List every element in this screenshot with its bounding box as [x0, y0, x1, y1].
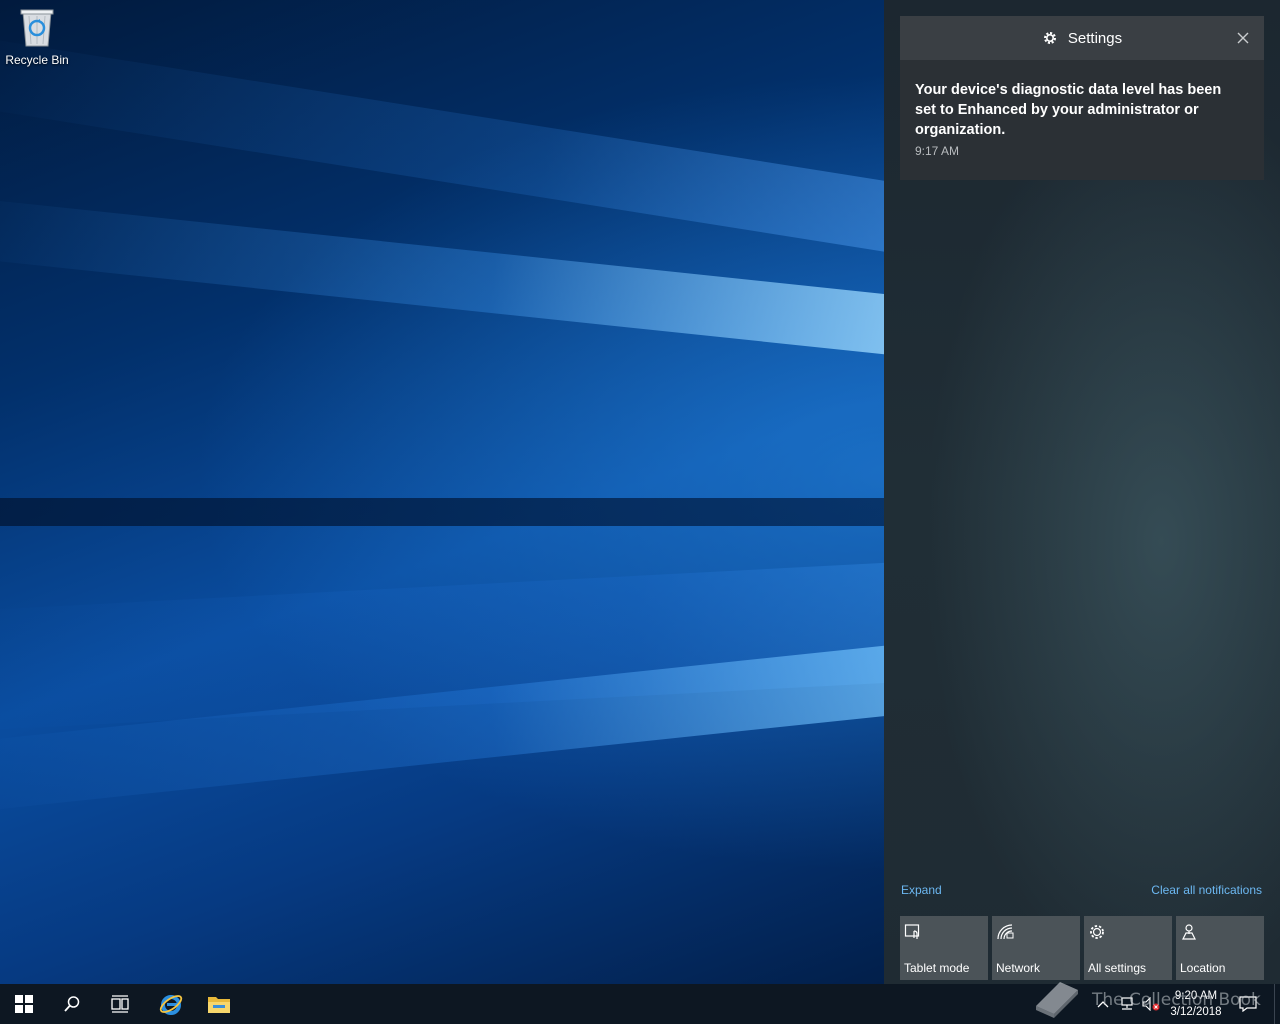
internet-explorer-taskbar-button[interactable]: [147, 984, 195, 1024]
task-view-button[interactable]: [96, 984, 144, 1024]
search-button[interactable]: [48, 984, 96, 1024]
quick-actions: Tablet mode Network All settings Locatio…: [900, 916, 1264, 980]
show-desktop-button[interactable]: [1274, 984, 1280, 1024]
quick-action-label: Location: [1180, 961, 1226, 975]
quick-action-label: All settings: [1088, 961, 1147, 975]
action-center: Settings Your device's diagnostic data l…: [884, 0, 1280, 984]
gear-icon: [1043, 32, 1056, 44]
internet-explorer-icon: [159, 995, 183, 1015]
tablet-mode-icon: [904, 924, 920, 939]
show-hidden-icons-button[interactable]: [1092, 984, 1114, 1024]
windows-icon: [15, 995, 33, 1013]
quick-action-location[interactable]: Location: [1176, 916, 1264, 980]
desktop-icon-label: Recycle Bin: [5, 53, 69, 67]
network-wired-icon: [1121, 997, 1133, 1010]
volume-muted-icon: [1142, 997, 1160, 1011]
action-center-button[interactable]: [1234, 984, 1262, 1024]
quick-action-tablet-mode[interactable]: Tablet mode: [900, 916, 988, 980]
clock-date: 3/12/2018: [1170, 1006, 1222, 1018]
taskbar-clock[interactable]: 9:20 AM 3/12/2018: [1164, 988, 1228, 1020]
network-tray-button[interactable]: [1116, 984, 1138, 1024]
wallpaper-beam: [0, 498, 884, 526]
close-icon[interactable]: [1234, 29, 1252, 47]
gear-icon: [1090, 925, 1104, 939]
task-view-icon: [111, 995, 129, 1013]
recycle-bin-icon: [20, 9, 54, 47]
notification-message: Your device's diagnostic data level has …: [915, 82, 1222, 138]
notification-header[interactable]: Settings: [900, 16, 1264, 60]
start-button[interactable]: [0, 984, 48, 1024]
file-explorer-taskbar-button[interactable]: [195, 984, 243, 1024]
folder-icon: [208, 997, 230, 1013]
notification-card[interactable]: Your device's diagnostic data level has …: [900, 60, 1264, 180]
quick-action-label: Tablet mode: [904, 961, 970, 975]
notification-time: 9:17 AM: [915, 144, 960, 158]
expand-link[interactable]: Expand: [901, 883, 942, 897]
quick-action-network[interactable]: Network: [992, 916, 1080, 980]
taskbar: 9:20 AM 3/12/2018: [0, 984, 1280, 1024]
chevron-up-icon: [1097, 1001, 1109, 1008]
search-icon: [64, 996, 80, 1012]
notification-icon: [1239, 996, 1257, 1012]
network-icon: [997, 924, 1014, 940]
volume-tray-button[interactable]: [1140, 984, 1162, 1024]
notification-app-title: Settings: [1067, 29, 1123, 47]
quick-action-label: Network: [996, 961, 1041, 975]
desktop[interactable]: Recycle Bin: [0, 0, 884, 984]
desktop-icon-recycle-bin[interactable]: Recycle Bin: [2, 6, 72, 67]
quick-action-all-settings[interactable]: All settings: [1084, 916, 1172, 980]
clear-all-notifications-link[interactable]: Clear all notifications: [1151, 883, 1262, 897]
clock-time: 9:20 AM: [1174, 990, 1218, 1002]
location-icon: [1182, 924, 1196, 940]
